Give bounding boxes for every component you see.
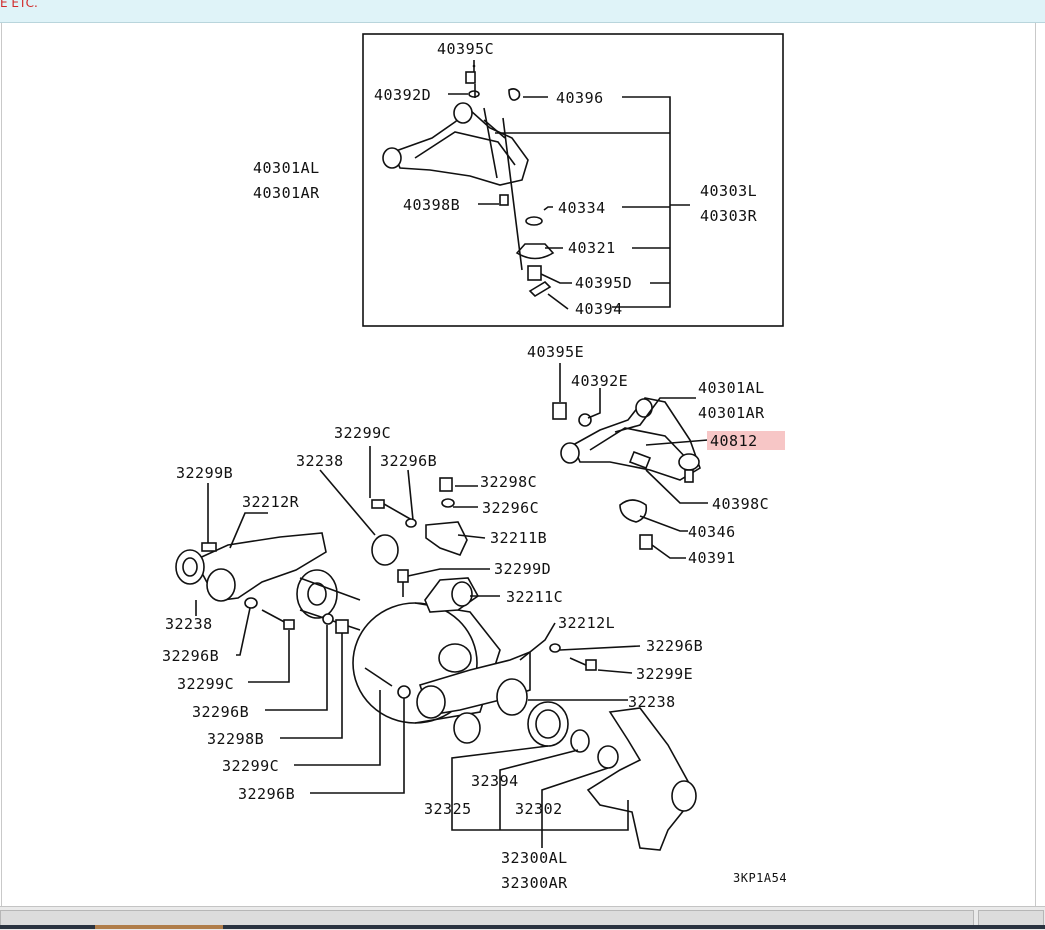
label-32212L: 32212L <box>558 614 615 632</box>
label-40346: 40346 <box>688 523 736 541</box>
label-32296B-left2: 32296B <box>192 703 249 721</box>
label-32394: 32394 <box>471 772 519 790</box>
label-40812[interactable]: 40812 <box>710 432 758 450</box>
taskbar-active-segment <box>95 925 223 929</box>
label-40398B: 40398B <box>403 196 460 214</box>
label-32296C: 32296C <box>482 499 539 517</box>
label-40392D: 40392D <box>374 86 431 104</box>
label-32299C-left: 32299C <box>177 675 234 693</box>
label-32238-top: 32238 <box>296 452 344 470</box>
label-32299C-bottom: 32299C <box>222 757 279 775</box>
label-40391: 40391 <box>688 549 736 567</box>
label-40321: 40321 <box>568 239 616 257</box>
label-32300AL: 32300AL <box>501 849 568 867</box>
label-40303L: 40303L <box>700 182 757 200</box>
label-40398C: 40398C <box>712 495 769 513</box>
label-32296B-top: 32296B <box>380 452 437 470</box>
label-40392E: 40392E <box>571 372 628 390</box>
label-32296B-right: 32296B <box>646 637 703 655</box>
label-32211C: 32211C <box>506 588 563 606</box>
label-32211B: 32211B <box>490 529 547 547</box>
label-40301AL-main: 40301AL <box>698 379 765 397</box>
diagram-code: 3KP1A54 <box>733 871 787 885</box>
label-32296B-bottom: 32296B <box>238 785 295 803</box>
label-32238-left: 32238 <box>165 615 213 633</box>
label-40301AR-main: 40301AR <box>698 404 765 422</box>
label-32299B: 32299B <box>176 464 233 482</box>
label-32300AR: 32300AR <box>501 874 568 892</box>
label-40301AL: 40301AL <box>253 159 320 177</box>
label-40395E: 40395E <box>527 343 584 361</box>
label-32212R: 32212R <box>242 493 300 511</box>
upper-arm-assembly-drawing <box>552 397 701 550</box>
label-32238-right: 32238 <box>628 693 676 711</box>
inset-frame <box>362 33 784 327</box>
label-40395C: 40395C <box>437 40 494 58</box>
label-40396: 40396 <box>556 89 604 107</box>
label-32296B-left1: 32296B <box>162 647 219 665</box>
label-32299C-top: 32299C <box>334 424 391 442</box>
label-32299D: 32299D <box>494 560 551 578</box>
label-32298C: 32298C <box>480 473 537 491</box>
label-40395D: 40395D <box>575 274 632 292</box>
label-32299E: 32299E <box>636 665 693 683</box>
label-40394: 40394 <box>575 300 623 318</box>
taskbar-strip <box>0 925 1045 929</box>
label-32302: 32302 <box>515 800 563 818</box>
parts-diagram: 40395C 40392D 40396 40301AL 40301AR 4030… <box>162 33 787 892</box>
label-32298B: 32298B <box>207 730 264 748</box>
label-40303R: 40303R <box>700 207 758 225</box>
label-40301AR: 40301AR <box>253 184 320 202</box>
label-32325: 32325 <box>424 800 472 818</box>
label-40334: 40334 <box>558 199 606 217</box>
